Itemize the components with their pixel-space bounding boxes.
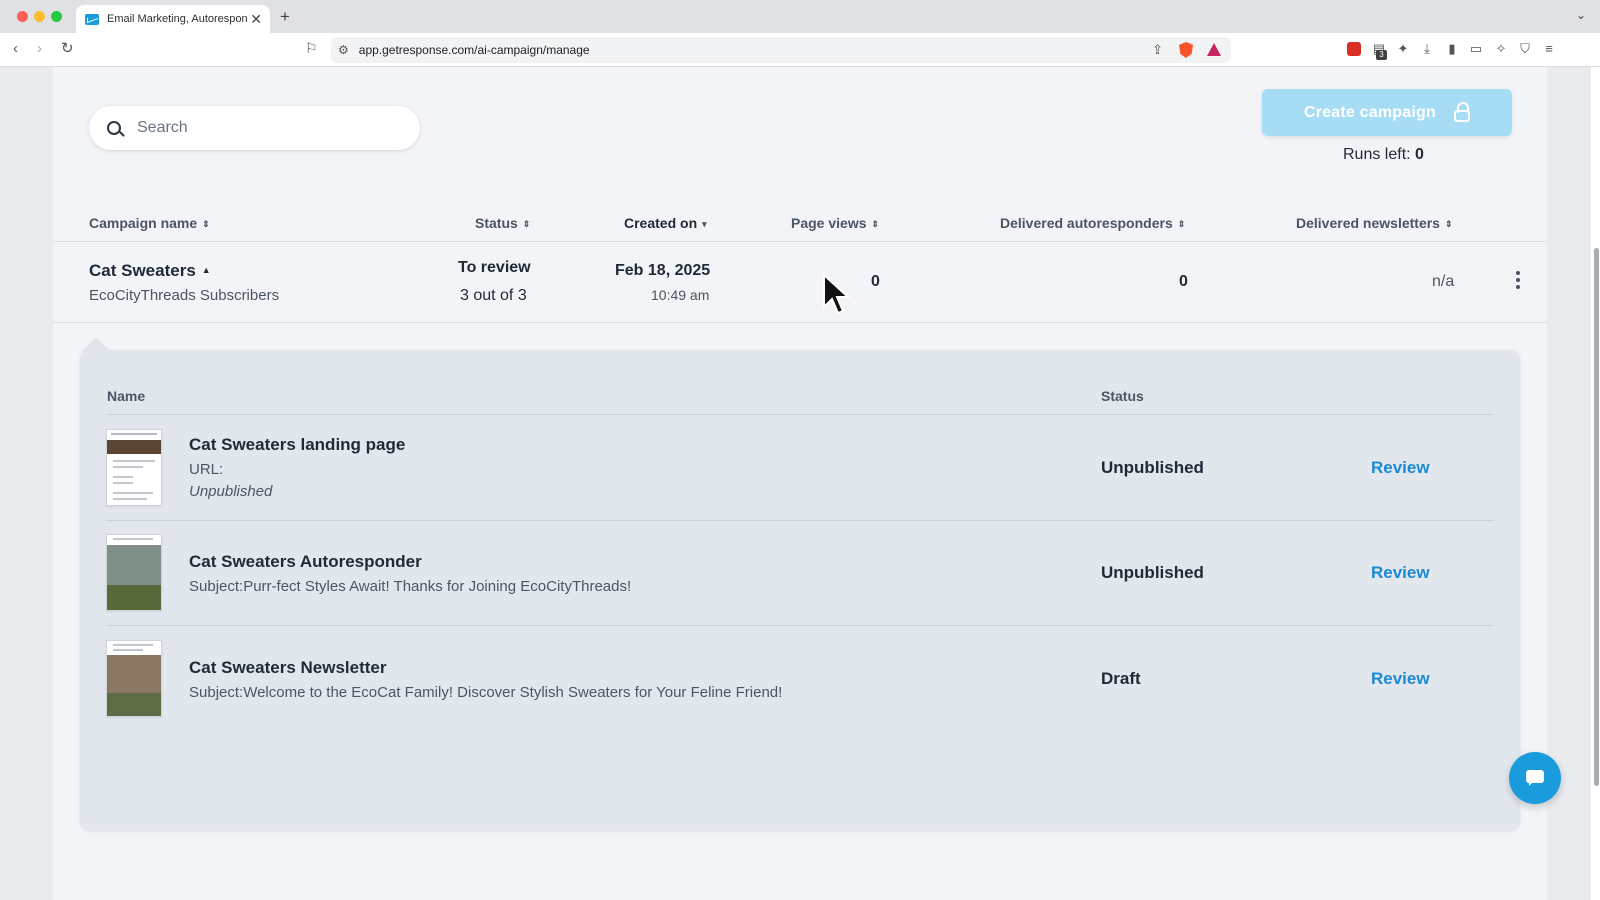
tab-title: Email Marketing, Autorespond <box>107 13 247 25</box>
extension-badge: 3 <box>1376 50 1387 60</box>
detail-row-divider <box>106 625 1494 626</box>
leo-ai-icon[interactable]: ✧ <box>1494 42 1508 56</box>
campaign-list-name: EcoCityThreads Subscribers <box>89 287 280 304</box>
detail-item-subject: Subject:Welcome to the EcoCat Family! Di… <box>189 684 783 701</box>
column-header-delivered-autoresponders[interactable]: Delivered autoresponders ⇕ <box>1000 215 1185 231</box>
detail-item-title: Cat Sweaters Autoresponder <box>189 552 422 571</box>
column-header-label: Delivered newsletters <box>1296 215 1440 231</box>
close-window-button[interactable] <box>17 11 28 22</box>
sort-icon: ⇕ <box>522 219 531 229</box>
address-bar[interactable]: ⚙ app.getresponse.com/ai-campaign/manage… <box>331 37 1231 63</box>
menu-hamburger-icon[interactable]: ≡ <box>1542 42 1556 56</box>
campaign-created-date: Feb 18, 2025 <box>615 262 711 279</box>
chat-bubble-icon <box>1526 770 1544 786</box>
sort-icon: ⇕ <box>1444 219 1453 229</box>
search-icon <box>107 121 121 135</box>
column-header-status[interactable]: Status ⇕ <box>475 215 530 231</box>
detail-item-status: Unpublished <box>1101 563 1204 582</box>
tab-list-chevron-icon[interactable]: ⌄ <box>1576 8 1586 22</box>
sort-icon: ⇕ <box>871 219 880 229</box>
campaign-status: To review <box>458 259 531 276</box>
bookmark-icon[interactable]: ⚐ <box>305 40 318 57</box>
review-autoresponder-link[interactable]: Review <box>1371 563 1430 583</box>
share-icon[interactable]: ⇪ <box>1152 42 1163 58</box>
sort-icon: ⇕ <box>1177 219 1186 229</box>
vpn-shield-icon[interactable]: ⛉ <box>1518 42 1532 56</box>
collapse-caret-icon[interactable]: ▲ <box>202 265 211 275</box>
autoresponder-thumbnail[interactable] <box>106 534 162 611</box>
brave-rewards-icon[interactable] <box>1207 43 1221 56</box>
landing-page-thumbnail[interactable] <box>106 429 162 506</box>
browser-tab-active[interactable]: Email Marketing, Autorespond ✕ <box>76 5 270 33</box>
detail-item-title: Cat Sweaters landing page <box>189 435 406 454</box>
detail-item-status: Draft <box>1101 669 1141 688</box>
column-header-label: Status <box>475 215 518 231</box>
column-header-label: Created on <box>624 215 698 231</box>
detail-item-status: Unpublished <box>1101 458 1204 477</box>
detail-header-divider <box>106 414 1494 415</box>
create-campaign-button[interactable]: Create campaign <box>1262 89 1512 136</box>
more-options-icon[interactable] <box>1516 271 1520 291</box>
column-header-page-views[interactable]: Page views ⇕ <box>791 215 879 231</box>
browser-tab-bar: Email Marketing, Autorespond ✕ + ⌄ <box>0 0 1600 33</box>
column-header-campaign-name[interactable]: Campaign name ⇕ <box>89 215 210 231</box>
campaign-page-views: 0 <box>871 273 880 290</box>
campaign-row-divider <box>53 322 1547 323</box>
column-header-created-on[interactable]: Created on ▾ <box>624 215 707 231</box>
table-header-divider <box>53 241 1547 242</box>
detail-column-status: Status <box>1101 388 1144 404</box>
minimize-window-button[interactable] <box>34 11 45 22</box>
search-box[interactable] <box>89 106 420 150</box>
extension-red-icon[interactable] <box>1347 42 1361 56</box>
extensions-puzzle-icon[interactable]: ✦ <box>1396 42 1410 56</box>
create-campaign-label: Create campaign <box>1304 103 1436 121</box>
sort-icon: ⇕ <box>202 219 210 229</box>
forward-arrow-icon[interactable]: › <box>37 41 42 56</box>
campaign-name[interactable]: Cat Sweaters ▲ <box>89 261 211 281</box>
mouse-cursor-icon <box>823 273 850 315</box>
review-newsletter-link[interactable]: Review <box>1371 669 1430 689</box>
runs-left-value: 0 <box>1415 146 1424 163</box>
search-input[interactable] <box>137 119 397 137</box>
detail-column-name: Name <box>107 388 146 404</box>
campaign-delivered-autoresponders: 0 <box>1179 273 1188 290</box>
sidebar-icon[interactable]: ▮ <box>1445 42 1459 56</box>
chat-button[interactable] <box>1509 752 1561 804</box>
column-header-label: Campaign name <box>89 215 198 231</box>
column-header-delivered-newsletters[interactable]: Delivered newsletters ⇕ <box>1296 215 1453 231</box>
detail-item-url-label: URL: <box>189 461 224 478</box>
campaign-created-time: 10:49 am <box>651 287 710 303</box>
campaign-progress: 3 out of 3 <box>460 287 527 304</box>
campaign-delivered-newsletters: n/a <box>1432 273 1455 290</box>
detail-row-divider <box>106 520 1494 521</box>
runs-left-label: Runs left: <box>1343 146 1411 163</box>
campaign-name-text: Cat Sweaters <box>89 261 196 280</box>
newsletter-thumbnail[interactable] <box>106 640 162 717</box>
download-icon[interactable]: ⤓ <box>1420 42 1434 56</box>
scrollbar-thumb[interactable] <box>1594 248 1599 786</box>
reload-icon[interactable]: ↻ <box>61 41 74 56</box>
tab-close-icon[interactable]: ✕ <box>250 12 262 26</box>
column-header-label: Page views <box>791 215 867 231</box>
brave-shield-icon[interactable] <box>1179 42 1193 58</box>
detail-item-url-value: Unpublished <box>189 483 273 500</box>
site-settings-icon[interactable]: ⚙ <box>338 43 349 57</box>
review-landing-page-link[interactable]: Review <box>1371 458 1430 478</box>
sort-descending-icon: ▾ <box>702 219 707 229</box>
detail-item-subject: Subject:Purr-fect Styles Await! Thanks f… <box>189 578 632 595</box>
lock-icon <box>1453 101 1470 122</box>
back-arrow-icon[interactable]: ‹ <box>13 41 18 56</box>
browser-toolbar: ‹ › ↻ ⚐ ⚙ app.getresponse.com/ai-campaig… <box>0 33 1600 67</box>
url-text[interactable]: app.getresponse.com/ai-campaign/manage <box>359 43 590 57</box>
detail-item-title: Cat Sweaters Newsletter <box>189 658 387 677</box>
getresponse-favicon-icon <box>85 13 99 25</box>
new-tab-button[interactable]: + <box>280 7 290 27</box>
wallet-icon[interactable]: ▭ <box>1469 42 1483 56</box>
runs-left: Runs left: 0 <box>1343 146 1424 164</box>
column-header-label: Delivered autoresponders <box>1000 215 1173 231</box>
maximize-window-button[interactable] <box>51 11 62 22</box>
